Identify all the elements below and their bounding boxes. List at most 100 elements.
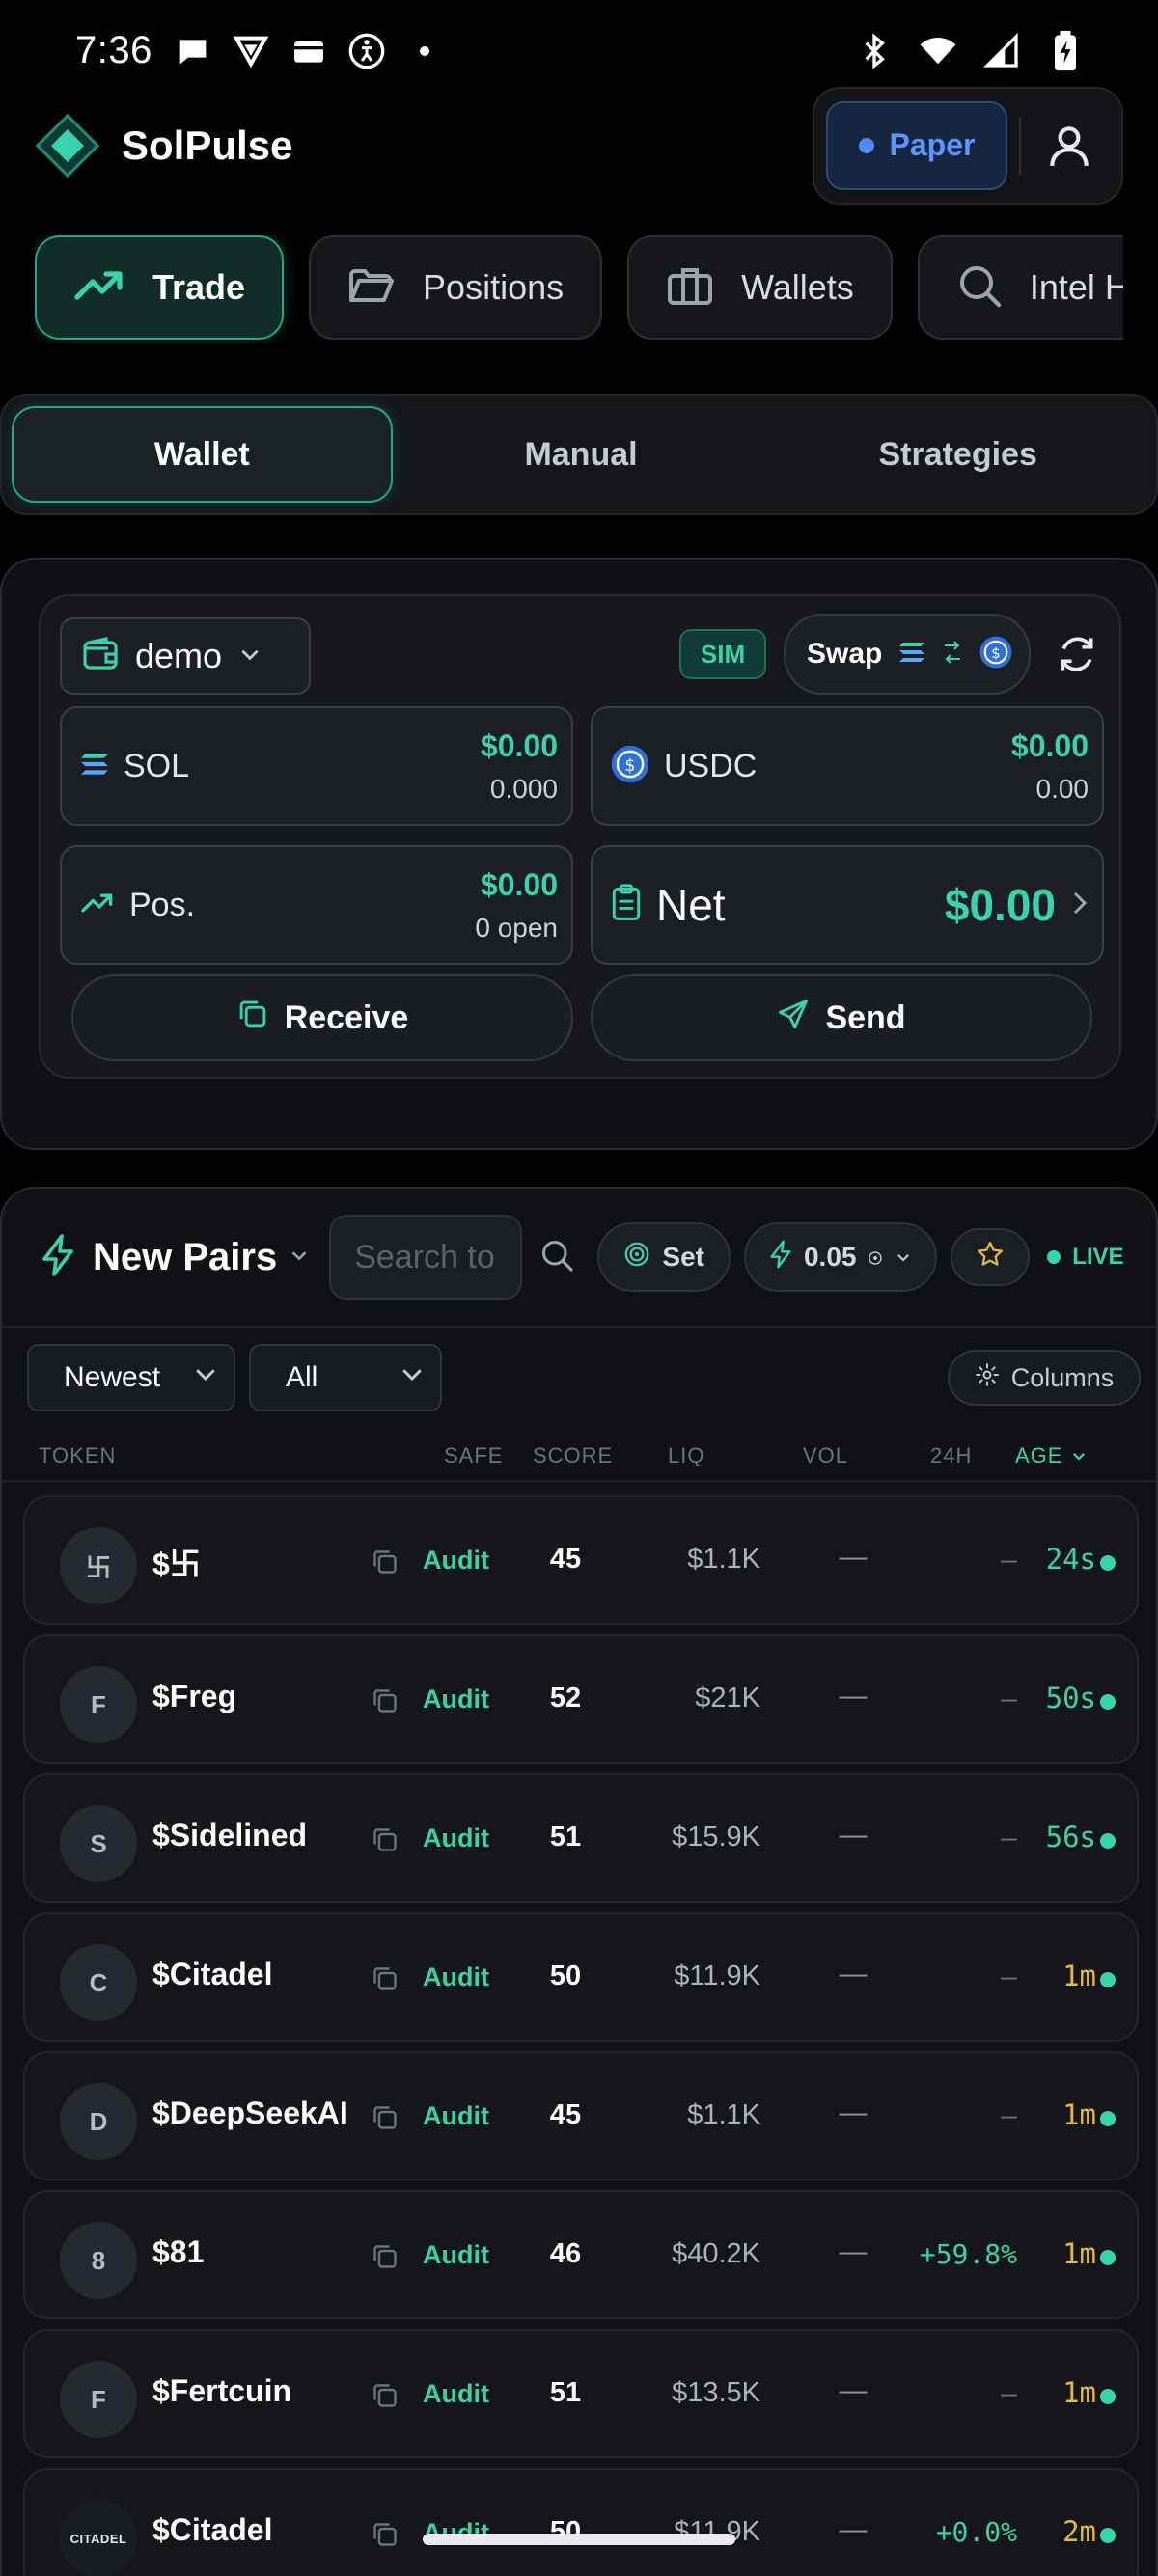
audit-link[interactable]: Audit [423, 2240, 489, 2270]
sort-value: Newest [64, 1361, 161, 1393]
audit-link[interactable]: Audit [423, 1823, 489, 1853]
columns-button[interactable]: Columns [948, 1350, 1141, 1406]
refresh-button[interactable] [1052, 629, 1102, 679]
token-symbol[interactable]: $81 [152, 2234, 204, 2270]
positions-balance-card[interactable]: Pos. $0.00 0 open [60, 845, 573, 965]
token-liquidity: $13.5K [672, 2377, 760, 2408]
token-score: 51 [549, 2377, 582, 2408]
copy-icon[interactable] [371, 2520, 400, 2549]
status-dot [1100, 1555, 1116, 1571]
battery-charging-icon [1046, 30, 1085, 70]
audit-link[interactable]: Audit [423, 1546, 489, 1576]
token-age: 56s [1045, 1821, 1096, 1853]
token-age: 2m [1062, 2515, 1096, 2548]
audit-link[interactable]: Audit [423, 2101, 489, 2131]
header-vol[interactable]: VOL [803, 1443, 848, 1468]
token-symbol[interactable]: $Citadel [152, 2512, 272, 2548]
token-search-input[interactable] [354, 1238, 521, 1276]
usdc-icon: $ [610, 744, 650, 789]
header-liq[interactable]: LIQ [668, 1443, 704, 1468]
header-24h[interactable]: 24H [930, 1443, 972, 1468]
tab-wallets[interactable]: Wallets [627, 235, 893, 340]
token-symbol[interactable]: $DeepSeekAI [152, 2096, 348, 2131]
token-volume: — [839, 1681, 868, 1712]
token-age: 1m [1062, 2237, 1096, 2270]
profile-icon[interactable] [1038, 115, 1100, 177]
net-value-card[interactable]: Net $0.00 [591, 845, 1104, 965]
set-button[interactable]: Set [597, 1222, 731, 1292]
refresh-icon [1061, 637, 1093, 671]
home-indicator[interactable] [423, 2534, 735, 2545]
send-label: Send [825, 999, 906, 1036]
header-score[interactable]: SCORE [533, 1443, 613, 1468]
filter-row: Newest All Columns [2, 1329, 1156, 1426]
tab-positions[interactable]: Positions [309, 235, 603, 340]
send-button[interactable]: Send [591, 974, 1092, 1061]
paper-mode-button[interactable]: Paper [826, 100, 1007, 190]
search-icon[interactable] [539, 1238, 574, 1277]
slippage-selector[interactable]: 0.05 [744, 1222, 938, 1292]
token-avatar: S [60, 1805, 137, 1882]
token-score: 52 [549, 1683, 582, 1713]
token-symbol[interactable]: $Citadel [152, 1957, 272, 1992]
copy-icon[interactable] [371, 2381, 400, 2410]
segment-wallet[interactable]: Wallet [12, 406, 393, 503]
segment-strategies[interactable]: Strategies [769, 406, 1146, 503]
accessibility-icon [347, 32, 386, 70]
usdc-label: USDC [664, 747, 758, 784]
copy-icon[interactable] [371, 1686, 400, 1715]
table-row[interactable]: F $Fertcuin Audit 51 $13.5K — — 1m [23, 2329, 1139, 2458]
audit-link[interactable]: Audit [423, 1685, 489, 1714]
sort-dropdown[interactable]: Newest [27, 1344, 235, 1411]
wallet-selector[interactable]: demo [60, 617, 311, 695]
header-age[interactable]: AGE [1015, 1443, 1088, 1468]
table-row[interactable]: 8 $81 Audit 46 $40.2K — +59.8% 1m [23, 2190, 1139, 2319]
token-score: 45 [549, 2099, 582, 2130]
token-age: 50s [1045, 1682, 1096, 1714]
svg-text:$: $ [624, 756, 635, 776]
audit-link[interactable]: Audit [423, 1962, 489, 1992]
copy-icon[interactable] [371, 1548, 400, 1576]
token-search-field[interactable] [329, 1215, 523, 1300]
table-row[interactable]: C $Citadel Audit 50 $11.9K — — 1m [23, 1912, 1139, 2042]
table-row[interactable]: CITADEL $Citadel Audit 50 $11.9K — +0.0% 2m [23, 2468, 1139, 2576]
segment-manual[interactable]: Manual [393, 406, 770, 503]
filter-dropdown[interactable]: All [249, 1344, 442, 1411]
tab-intel-hub-label: Intel Hu [1029, 267, 1123, 307]
set-label: Set [662, 1242, 704, 1272]
wallet-status-icon [290, 32, 328, 70]
table-row[interactable]: F $Freg Audit 52 $21K — — 50s [23, 1634, 1139, 1764]
chevron-down-icon[interactable] [289, 1245, 310, 1271]
token-symbol[interactable]: $Fertcuin [152, 2373, 291, 2409]
token-liquidity: $1.1K [687, 2099, 760, 2130]
table-row[interactable]: S $Sidelined Audit 51 $15.9K — — 56s [23, 1773, 1139, 1903]
token-age: 1m [1062, 1959, 1096, 1992]
table-row[interactable]: 卐 $卐 Audit 45 $1.1K — — 24s [23, 1495, 1139, 1625]
tab-intel-hub[interactable]: Intel Hu [917, 235, 1123, 340]
swap-label: Swap [807, 638, 883, 670]
token-score: 45 [549, 1544, 582, 1575]
token-symbol[interactable]: $Freg [152, 1679, 236, 1714]
sol-balance-card[interactable]: SOL $0.00 0.000 [60, 706, 573, 826]
copy-icon[interactable] [371, 2242, 400, 2271]
header-divider [1019, 116, 1021, 175]
tab-trade[interactable]: Trade [35, 235, 285, 340]
swap-button[interactable]: Swap $ [784, 614, 1031, 695]
positions-label: Pos. [129, 886, 196, 923]
live-dot [1047, 1250, 1062, 1264]
paper-status-dot [858, 137, 874, 153]
copy-icon[interactable] [371, 1964, 400, 1993]
favorites-button[interactable] [951, 1228, 1031, 1286]
header-safe[interactable]: SAFE [444, 1443, 503, 1468]
token-symbol[interactable]: $Sidelined [152, 1818, 307, 1853]
usdc-balance-card[interactable]: $ USDC $0.00 0.00 [591, 706, 1104, 826]
sol-label: SOL [124, 747, 190, 784]
copy-icon[interactable] [371, 2103, 400, 2132]
audit-link[interactable]: Audit [423, 2379, 489, 2409]
table-row[interactable]: D $DeepSeekAI Audit 45 $1.1K — — 1m [23, 2051, 1139, 2180]
token-24h-change: — [1001, 2099, 1017, 2131]
receive-button[interactable]: Receive [71, 974, 573, 1061]
copy-icon[interactable] [371, 1825, 400, 1854]
header-token[interactable]: TOKEN [39, 1443, 116, 1468]
token-symbol[interactable]: $卐 [152, 1540, 201, 1584]
